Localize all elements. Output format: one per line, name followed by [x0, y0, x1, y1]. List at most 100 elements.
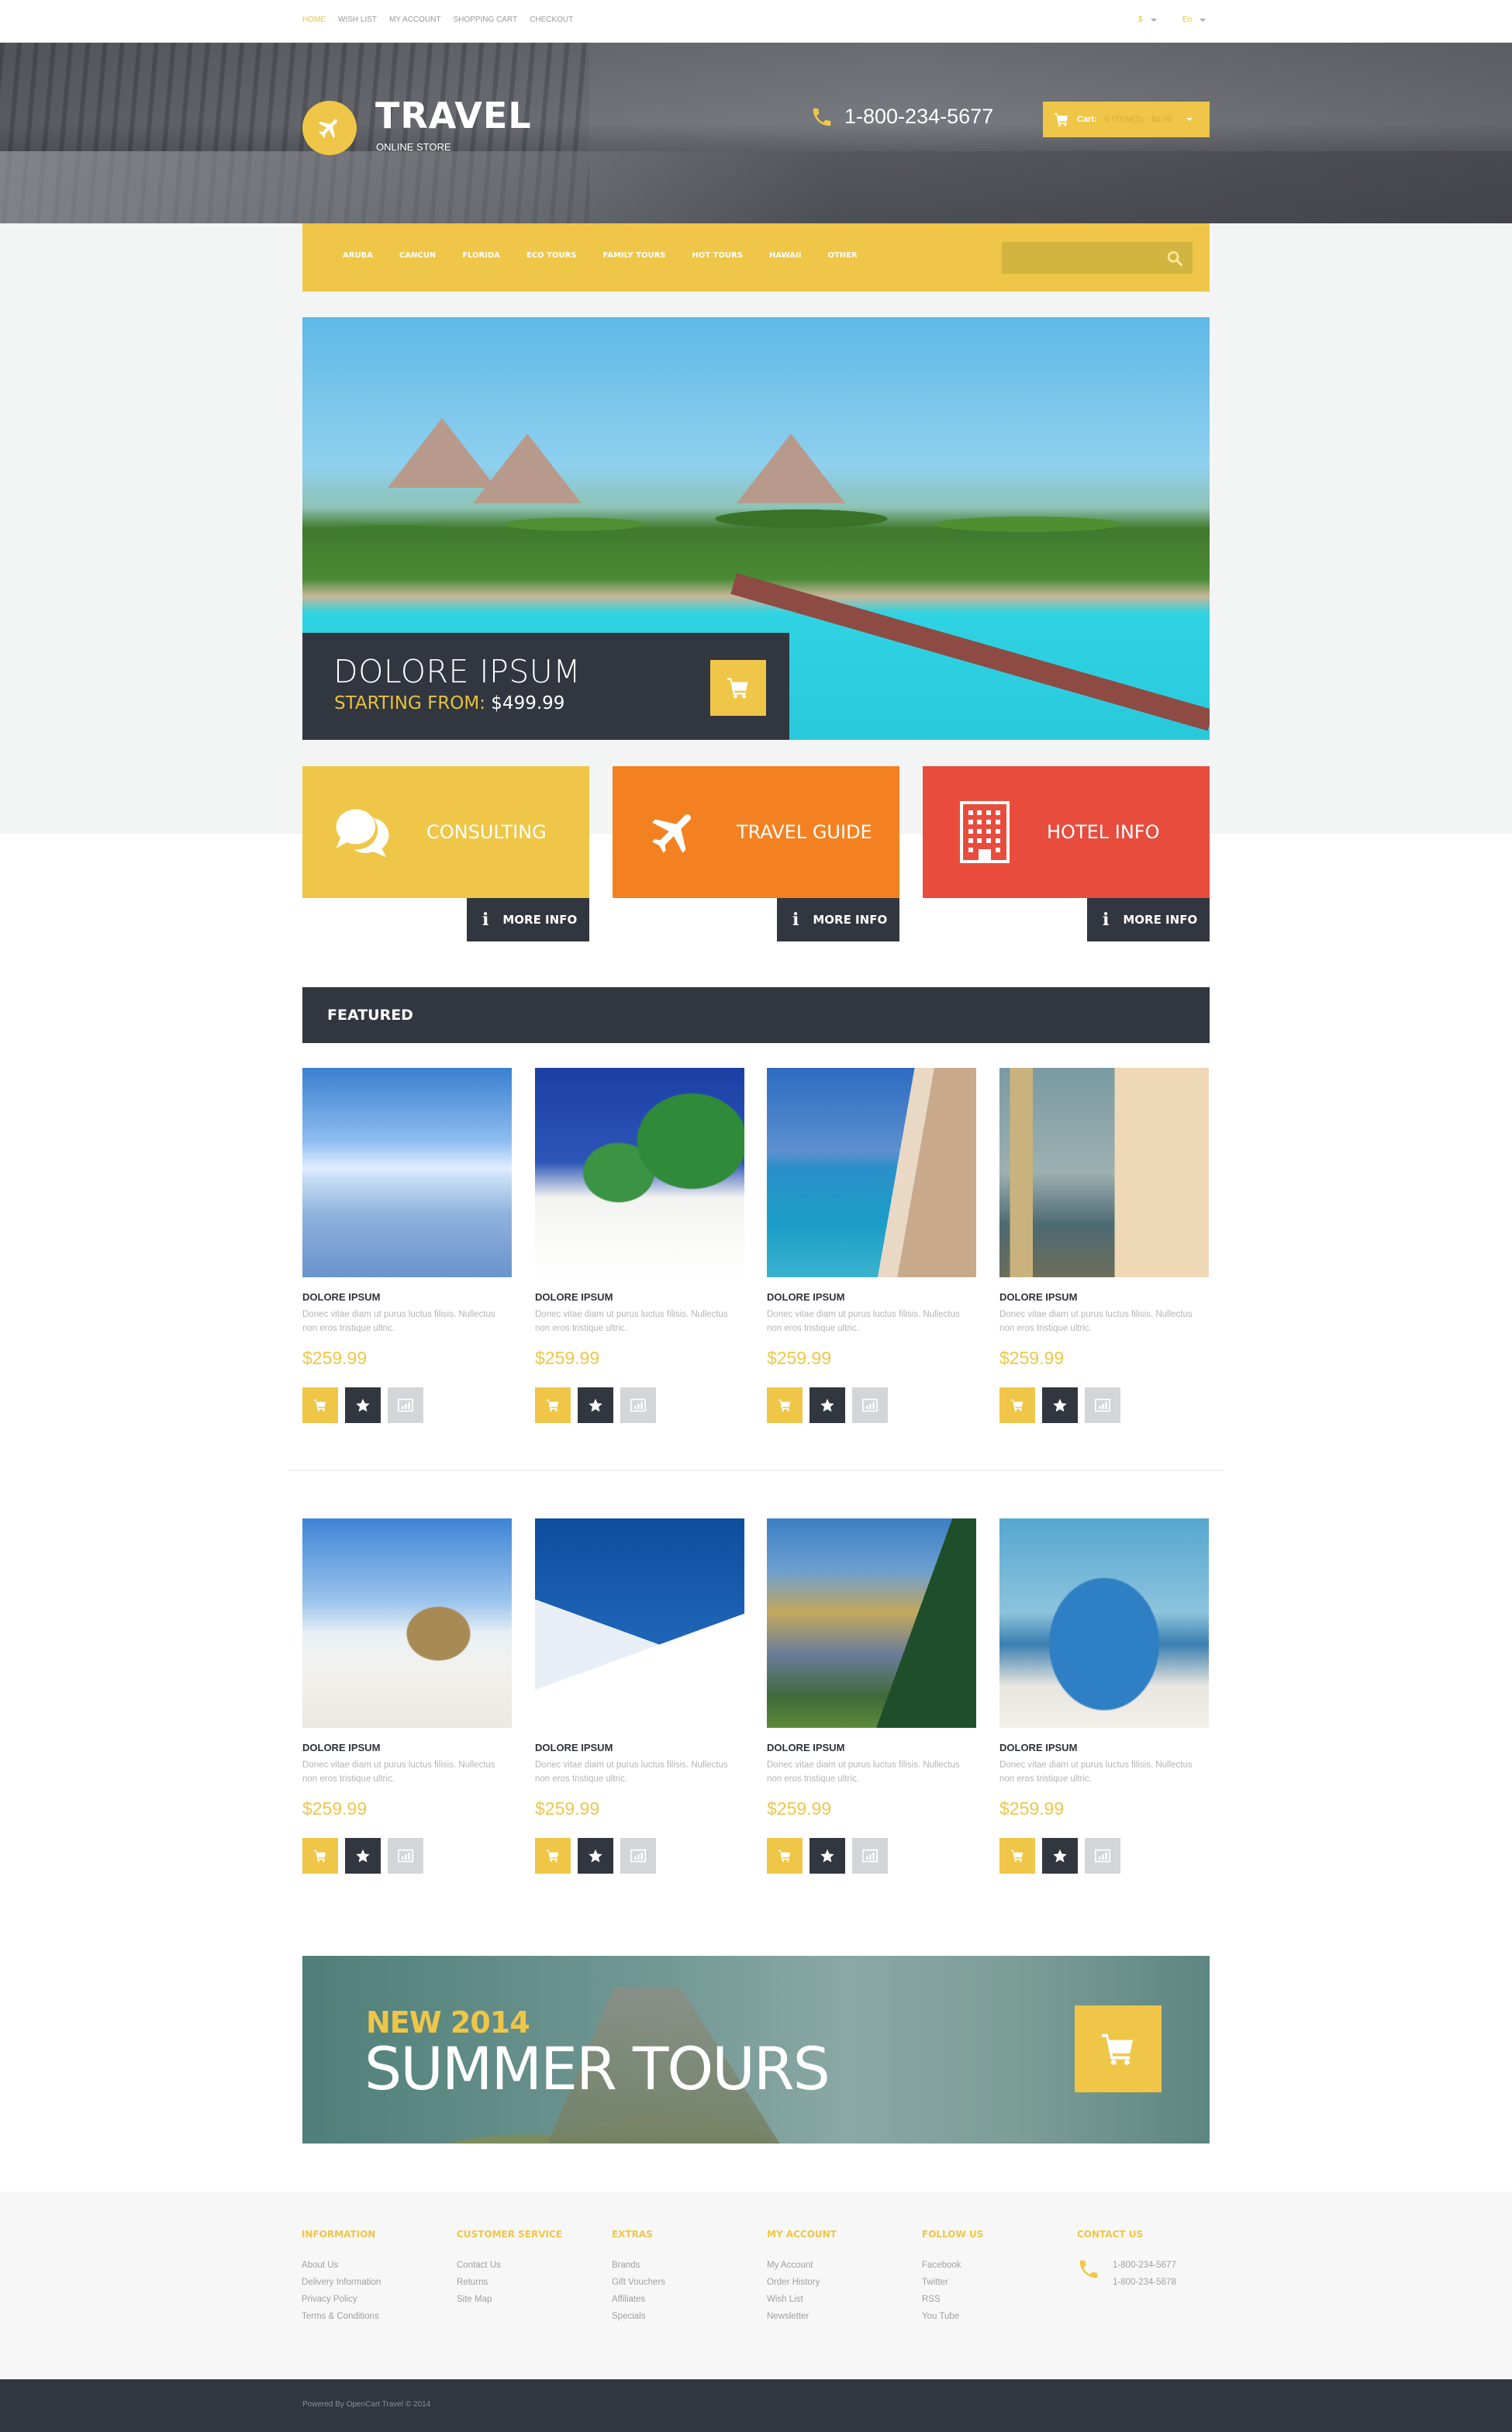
product-image[interactable]: [767, 1068, 976, 1277]
language-select[interactable]: En: [1182, 16, 1206, 24]
footer-link[interactable]: Delivery Information: [302, 2274, 381, 2291]
compare-button[interactable]: [852, 1387, 888, 1423]
footer-link[interactable]: RSS: [922, 2291, 983, 2308]
footer-link[interactable]: Twitter: [922, 2274, 983, 2291]
add-to-cart-button[interactable]: [302, 1838, 338, 1874]
add-to-cart-button[interactable]: [999, 1838, 1035, 1874]
currency-select[interactable]: $: [1138, 16, 1157, 24]
add-to-cart-button[interactable]: [767, 1838, 803, 1874]
top-link-home[interactable]: HOME: [302, 16, 326, 24]
nav-item-other[interactable]: OTHER: [827, 251, 857, 260]
nav-item-cancun[interactable]: CANCUN: [399, 251, 436, 260]
product-image[interactable]: [999, 1068, 1209, 1277]
bar-chart-icon: [398, 1849, 413, 1863]
nav-item-hawaii[interactable]: HAWAII: [769, 251, 801, 260]
nav-item-hot-tours[interactable]: HOT TOURS: [692, 251, 744, 260]
footer-link[interactable]: Brands: [612, 2257, 665, 2274]
product-image[interactable]: [767, 1518, 976, 1728]
footer-link[interactable]: Facebook: [922, 2257, 983, 2274]
top-link-wish-list[interactable]: WISH LIST: [338, 16, 377, 24]
add-to-cart-button[interactable]: [767, 1387, 803, 1423]
add-to-cart-button[interactable]: [999, 1387, 1035, 1423]
add-to-cart-button[interactable]: [535, 1838, 571, 1874]
slide-add-to-cart-button[interactable]: [710, 660, 766, 716]
add-to-wishlist-button[interactable]: [1042, 1838, 1078, 1874]
compare-button[interactable]: [620, 1387, 656, 1423]
brand-title[interactable]: TRAVEL: [375, 98, 532, 133]
add-to-wishlist-button[interactable]: [810, 1387, 845, 1423]
more-info-button-hotel-info[interactable]: i MORE INFO: [1087, 898, 1210, 941]
footer-link[interactable]: Specials: [612, 2308, 665, 2325]
promo-cart-button[interactable]: [1075, 2005, 1162, 2092]
top-link-shopping-cart[interactable]: SHOPPING CART: [454, 16, 518, 24]
product-description: Donec vitae diam ut purus luctus filisis…: [999, 1760, 1193, 1784]
product-price: $259.99: [999, 1348, 1065, 1368]
slide-hut: [473, 434, 582, 503]
footer-link[interactable]: Terms & Conditions: [302, 2308, 381, 2325]
product-image[interactable]: [535, 1068, 744, 1277]
cart-icon: [547, 1399, 559, 1411]
cart-dropdown-button[interactable]: Cart: 0 ITEM(S) - $0.00: [1043, 102, 1210, 137]
nav-item-eco-tours[interactable]: ECO TOURS: [526, 251, 577, 260]
add-to-wishlist-button[interactable]: [1042, 1387, 1078, 1423]
footer-link[interactable]: Wish List: [767, 2291, 837, 2308]
compare-button[interactable]: [852, 1838, 888, 1874]
footer-link[interactable]: Contact Us: [457, 2257, 562, 2274]
cart-icon: [314, 1399, 326, 1411]
product-name[interactable]: DOLORE IPSUM: [535, 1742, 744, 1753]
compare-button[interactable]: [620, 1838, 656, 1874]
add-to-wishlist-button[interactable]: [578, 1387, 613, 1423]
product-name[interactable]: DOLORE IPSUM: [999, 1291, 1209, 1303]
add-to-wishlist-button[interactable]: [810, 1838, 845, 1874]
banner-consulting[interactable]: CONSULTING: [302, 766, 589, 898]
footer-link[interactable]: Newsletter: [767, 2308, 837, 2325]
add-to-wishlist-button[interactable]: [345, 1387, 381, 1423]
banner-travel-guide[interactable]: TRAVEL GUIDE: [613, 766, 899, 898]
footer-link[interactable]: Site Map: [457, 2291, 562, 2308]
nav-item-aruba[interactable]: ARUBA: [343, 251, 373, 260]
footer-link[interactable]: My Account: [767, 2257, 837, 2274]
more-info-button-consulting[interactable]: i MORE INFO: [467, 898, 589, 941]
nav-item-family-tours[interactable]: FAMILY TOURS: [603, 251, 666, 260]
product-name[interactable]: DOLORE IPSUM: [767, 1742, 976, 1753]
product-image[interactable]: [302, 1518, 512, 1728]
footer-link[interactable]: Privacy Policy: [302, 2291, 381, 2308]
summer-tours-banner[interactable]: NEW 2014 SUMMER TOURS: [302, 1956, 1210, 2144]
nav-item-florida[interactable]: FLORIDA: [462, 251, 500, 260]
search-icon[interactable]: [1166, 250, 1183, 267]
footer-link[interactable]: Order History: [767, 2274, 837, 2291]
add-to-cart-button[interactable]: [535, 1387, 571, 1423]
banner-hotel-info[interactable]: HOTEL INFO: [923, 766, 1210, 898]
header-background-beach: [0, 151, 1512, 223]
product-name[interactable]: DOLORE IPSUM: [302, 1291, 512, 1303]
more-info-button-travel-guide[interactable]: i MORE INFO: [777, 898, 899, 941]
top-link-checkout[interactable]: CHECKOUT: [530, 16, 573, 24]
product-image[interactable]: [999, 1518, 1209, 1728]
footer-link[interactable]: Returns: [457, 2274, 562, 2291]
footer-link[interactable]: You Tube: [922, 2308, 983, 2325]
add-to-wishlist-button[interactable]: [345, 1838, 381, 1874]
building-icon: [960, 801, 1010, 863]
search-input[interactable]: [1002, 242, 1157, 274]
compare-button[interactable]: [1085, 1387, 1120, 1423]
logo[interactable]: [302, 101, 357, 155]
product-price: $259.99: [535, 1348, 600, 1368]
add-to-wishlist-button[interactable]: [578, 1838, 613, 1874]
product-image[interactable]: [302, 1068, 512, 1277]
product-name[interactable]: DOLORE IPSUM: [302, 1742, 512, 1753]
compare-button[interactable]: [388, 1838, 423, 1874]
compare-button[interactable]: [388, 1387, 423, 1423]
top-link-my-account[interactable]: MY ACCOUNT: [389, 16, 441, 24]
footer-link[interactable]: Gift Vouchers: [612, 2274, 665, 2291]
product-name[interactable]: DOLORE IPSUM: [999, 1742, 1209, 1753]
footer-link[interactable]: Affiliates: [612, 2291, 665, 2308]
footer-link[interactable]: About Us: [302, 2257, 381, 2274]
airplane-icon: [318, 119, 338, 139]
product-name[interactable]: DOLORE IPSUM: [767, 1291, 976, 1303]
add-to-cart-button[interactable]: [302, 1387, 338, 1423]
copyright-bar: Powered By OpenCart Travel © 2014: [0, 2379, 1512, 2432]
product-image[interactable]: [535, 1518, 744, 1728]
compare-button[interactable]: [1085, 1838, 1120, 1874]
product-name[interactable]: DOLORE IPSUM: [535, 1291, 744, 1303]
cart-icon: [1102, 2033, 1134, 2065]
